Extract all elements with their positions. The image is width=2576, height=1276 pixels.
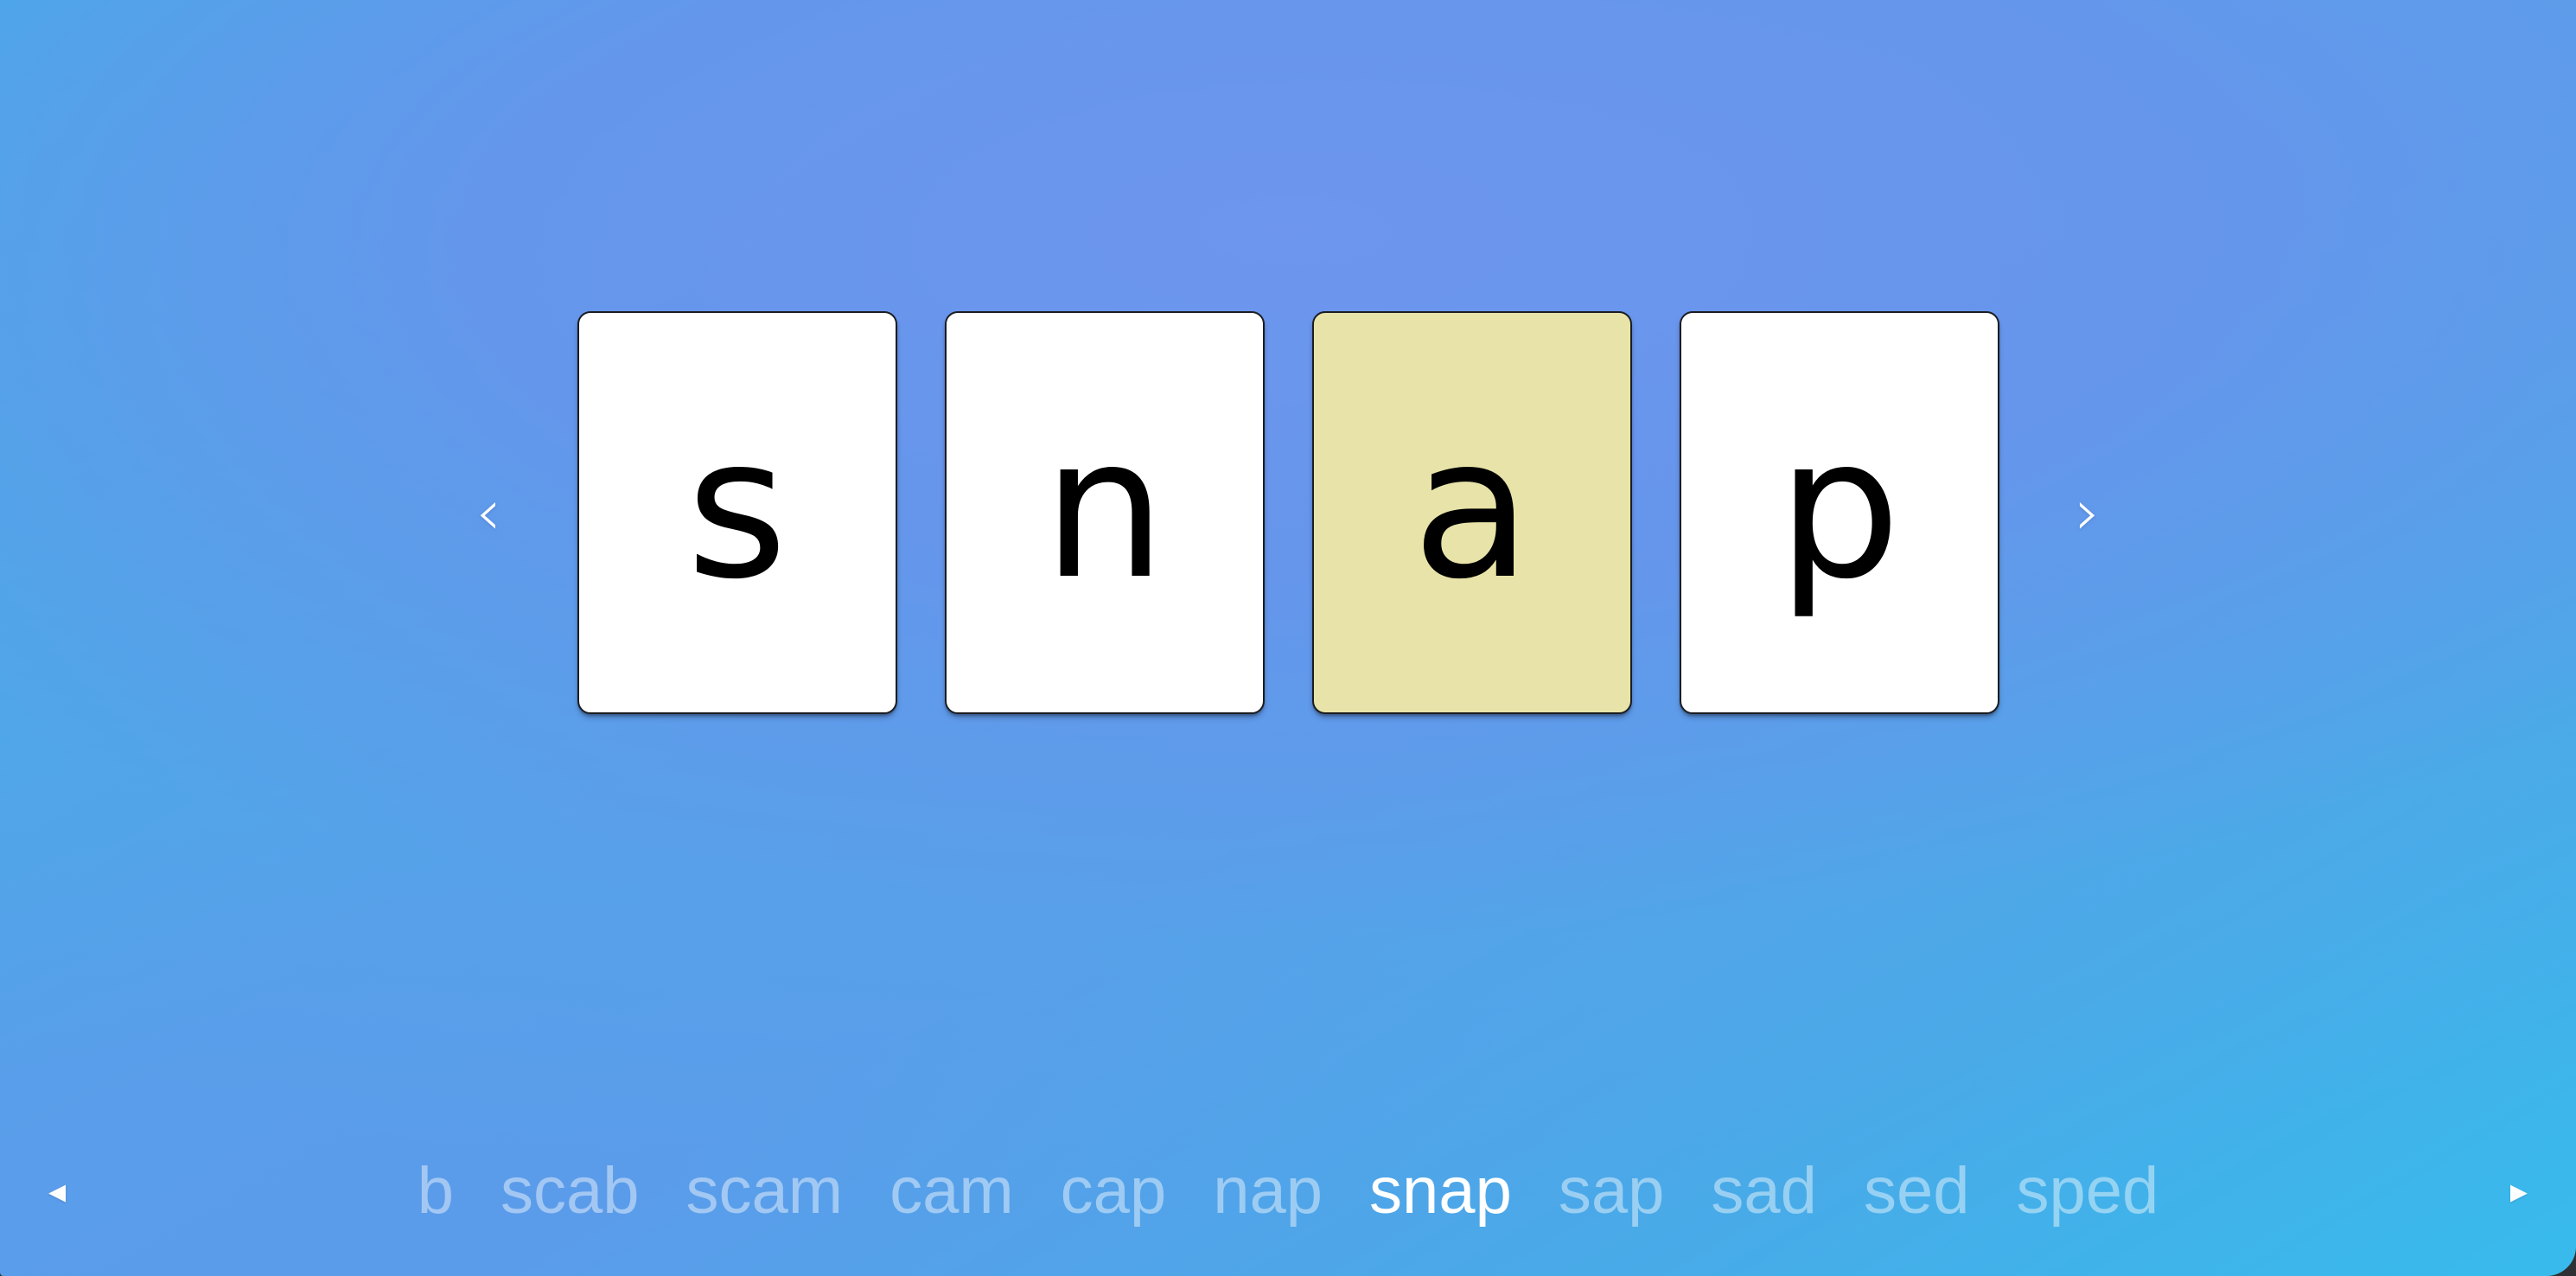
word-item[interactable]: sed (1840, 1158, 1993, 1224)
letter-card[interactable]: s (577, 311, 897, 714)
letter-glyph: n (1043, 395, 1166, 622)
letter-card[interactable]: p (1679, 311, 1999, 714)
word-item[interactable]: cap (1037, 1158, 1190, 1224)
word-list: b scab scam cam cap nap snap sap sad sed sped (74, 1158, 2502, 1224)
word-item[interactable]: scam (663, 1158, 867, 1224)
next-letter-chevron-icon[interactable]: › (2049, 309, 2126, 716)
letter-glyph: s (685, 395, 788, 622)
word-item[interactable]: sap (1535, 1158, 1688, 1224)
word-strip-next-arrow-icon[interactable]: ▸ (2502, 1174, 2536, 1209)
word-item[interactable]: sad (1687, 1158, 1840, 1224)
word-item[interactable]: scab (477, 1158, 663, 1224)
word-item-active[interactable]: snap (1346, 1158, 1535, 1224)
word-item[interactable]: sped (1993, 1158, 2182, 1224)
letter-glyph: p (1777, 395, 1901, 622)
letter-card[interactable]: n (944, 311, 1265, 714)
letter-card-highlighted[interactable]: a (1311, 311, 1632, 714)
letter-card-row: ‹ s n a p › (0, 309, 2576, 716)
word-item[interactable]: b (394, 1158, 477, 1224)
word-item[interactable]: cam (866, 1158, 1037, 1224)
letter-glyph: a (1412, 395, 1532, 622)
word-builder-app: ‹ s n a p › ◂ b scab scam cam cap nap snap sap s… (0, 0, 2576, 1276)
word-strip-prev-arrow-icon[interactable]: ◂ (40, 1174, 74, 1209)
word-strip: ◂ b scab scam cam cap nap snap sap sad sed sped ▸ (0, 1127, 2576, 1276)
word-item[interactable]: nap (1189, 1158, 1346, 1224)
previous-letter-chevron-icon[interactable]: ‹ (450, 309, 527, 716)
